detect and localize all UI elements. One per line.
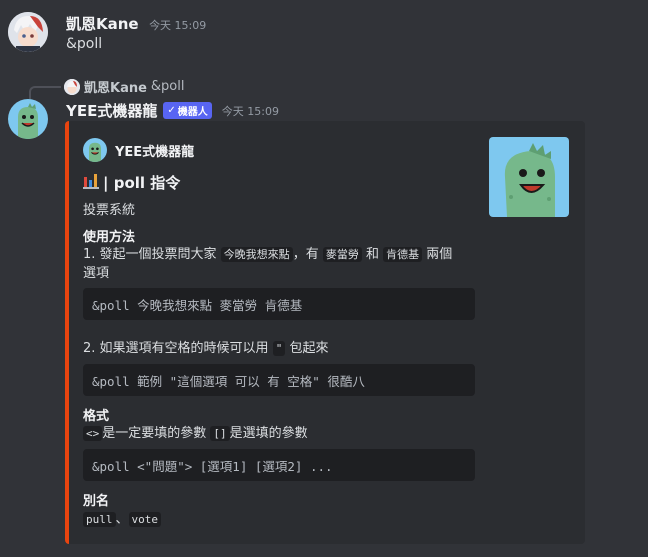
message2-header: YEE式機器龍 ✓ 機器人 今天 15:09 — [66, 100, 279, 121]
step1-code-2: 麥當勞 — [322, 247, 362, 262]
step1-text-c: 和 — [365, 247, 379, 262]
help-embed: YEE式機器龍 | poll 指令 投票系統 使用方法 1. 發起一個投票問大家… — [65, 121, 585, 544]
code-block-1[interactable]: &poll 今晚我想來點 麥當勞 肯德基 — [83, 288, 475, 320]
message1-username[interactable]: 凱恩Kane — [66, 15, 139, 33]
reply-username[interactable]: 凱恩Kane — [84, 77, 147, 96]
alias-code-1: pull — [83, 512, 116, 527]
format-code-1: <> — [83, 426, 103, 441]
alias-code-2: vote — [128, 512, 162, 527]
step2-text-a: 2. 如果選項有空格的時候可以用 — [83, 341, 269, 356]
bot-tag-label: 機器人 — [177, 107, 208, 118]
reply-connector — [29, 86, 61, 100]
step1-code-3: 肯德基 — [383, 247, 423, 262]
format-text-a: 是一定要填的參數 — [102, 426, 207, 441]
code-block-2[interactable]: &poll 範例 "這個選項 可以 有 空格" 很酷八 — [83, 364, 475, 396]
message2-timestamp: 今天 15:09 — [221, 104, 279, 118]
format-text-b: 是選填的參數 — [229, 426, 308, 441]
step1-text-b: ，有 — [292, 247, 319, 262]
verified-check-icon: ✓ — [167, 105, 176, 116]
embed-author-name[interactable]: YEE式機器龍 — [115, 141, 194, 160]
embed-title: | poll 指令 — [83, 171, 180, 193]
usage-step1: 1. 發起一個投票問大家 今晚我想來點 ，有 麥當勞 和 肯德基 兩個 選項 — [83, 245, 473, 283]
message2-username[interactable]: YEE式機器龍 — [66, 100, 157, 121]
step2-code: " — [272, 341, 286, 356]
usage-field-title: 使用方法 — [83, 230, 136, 245]
message1-content: &poll — [66, 36, 103, 52]
code-block-3[interactable]: &poll <"問題"> [選項1] [選項2] ... — [83, 449, 475, 481]
embed-author: YEE式機器龍 — [83, 138, 194, 162]
embed-author-icon — [83, 138, 107, 162]
alias-text: pull、 vote — [83, 510, 162, 529]
bar-chart-icon — [83, 171, 99, 193]
format-field-title: 格式 — [83, 409, 110, 424]
bot-tag: ✓ 機器人 — [163, 102, 212, 119]
embed-thumbnail[interactable] — [489, 137, 569, 217]
alias-separator: 、 — [115, 512, 129, 527]
bot-avatar[interactable] — [8, 99, 48, 139]
step1-text-a: 1. 發起一個投票問大家 — [83, 247, 217, 262]
step1-text-d: 兩個 — [426, 247, 453, 262]
user-avatar[interactable] — [8, 12, 48, 52]
embed-description: 投票系統 — [83, 203, 136, 218]
format-code-2: [] — [210, 426, 230, 441]
alias-field-title: 別名 — [83, 494, 110, 509]
message1-header: 凱恩Kane 今天 15:09 — [66, 13, 206, 34]
reply-content: &poll — [150, 79, 185, 94]
reply-avatar — [64, 78, 80, 95]
reply-reference[interactable]: 凱恩Kane &poll — [64, 77, 185, 96]
embed-title-text: | poll 指令 — [103, 173, 181, 192]
format-text: <> 是一定要填的參數 [] 是選填的參數 — [83, 424, 308, 443]
message1-timestamp: 今天 15:09 — [149, 19, 207, 32]
step1-code-1: 今晚我想來點 — [220, 247, 293, 262]
usage-step2: 2. 如果選項有空格的時候可以用 " 包起來 — [83, 339, 328, 358]
step2-text-b: 包起來 — [289, 341, 329, 356]
step1-text-e: 選項 — [83, 266, 110, 281]
